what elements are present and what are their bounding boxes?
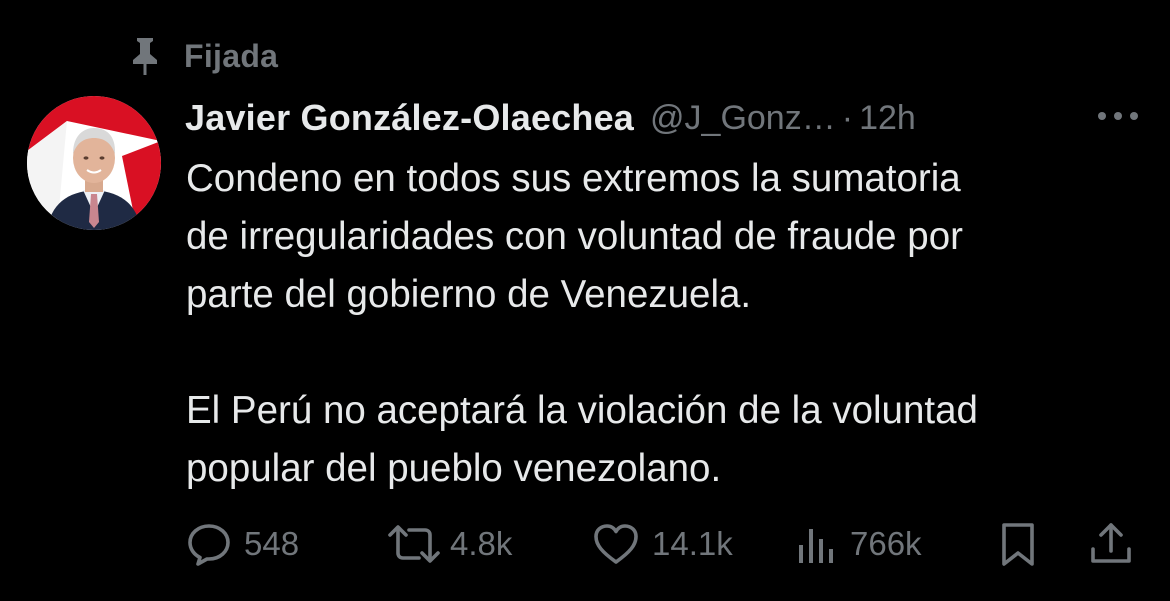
like-button[interactable]: 14.1k	[592, 518, 733, 570]
views-count: 766k	[850, 525, 922, 562]
views-icon	[794, 521, 838, 567]
more-options-button[interactable]	[1092, 100, 1144, 136]
tweet-header: Javier González-Olaechea @J_Gonz… · 12h	[185, 95, 916, 141]
reply-button[interactable]: 548	[186, 518, 299, 570]
pinned-indicator: Fijada	[128, 36, 278, 76]
more-icon	[1096, 109, 1140, 127]
repost-count: 4.8k	[450, 525, 513, 562]
tweet-line: popular del pueblo venezolano.	[186, 447, 722, 490]
tweet-line: parte del gobierno de Venezuela.	[186, 273, 752, 316]
views-button[interactable]: 766k	[794, 518, 922, 570]
separator-dot: ·	[841, 98, 854, 137]
bookmark-button[interactable]	[998, 518, 1038, 570]
avatar[interactable]	[27, 96, 161, 230]
pinned-label: Fijada	[184, 37, 279, 74]
share-button[interactable]	[1088, 518, 1134, 570]
tweet-text: Condeno en todos sus extremos la sumator…	[186, 150, 1146, 498]
author-handle[interactable]: @J_Gonz…	[650, 99, 836, 138]
share-icon	[1088, 521, 1134, 567]
tweet-line: Condeno en todos sus extremos la sumator…	[186, 157, 961, 200]
pin-icon	[128, 36, 162, 76]
bookmark-icon	[998, 521, 1038, 567]
author-display-name[interactable]: Javier González-Olaechea	[185, 97, 634, 139]
repost-icon	[386, 521, 442, 567]
action-bar: 548 4.8k 14.1k 766k	[186, 518, 1146, 570]
reply-icon	[186, 521, 232, 567]
tweet-line: El Perú no aceptará la violación de la v…	[186, 389, 978, 432]
tweet-line: de irregularidades con voluntad de fraud…	[186, 215, 963, 258]
repost-button[interactable]: 4.8k	[386, 518, 512, 570]
like-count: 14.1k	[652, 525, 733, 562]
reply-count: 548	[244, 525, 300, 562]
heart-icon	[592, 521, 640, 567]
tweet-timestamp[interactable]: 12h	[859, 99, 916, 138]
